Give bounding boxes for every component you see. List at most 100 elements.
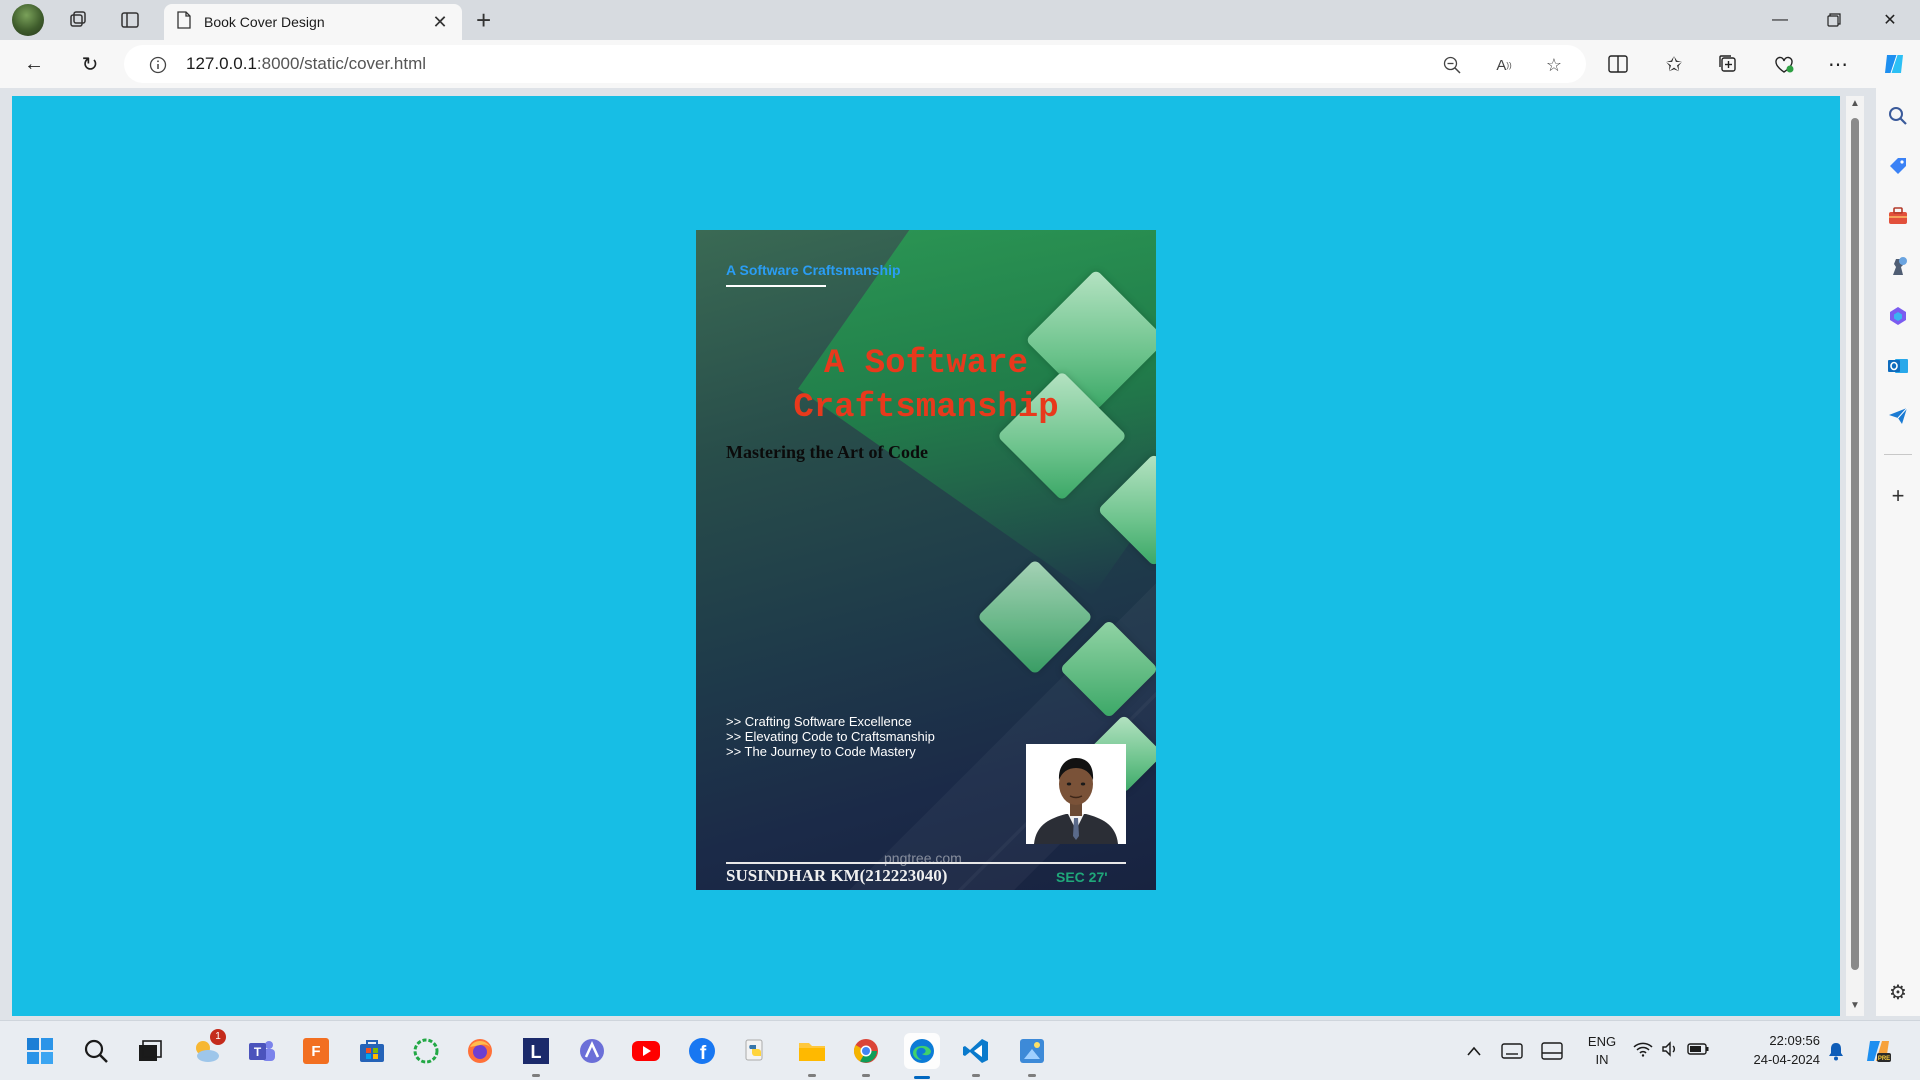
chevron-up-icon[interactable] [1458, 1035, 1490, 1067]
clock-time: 22:09:56 [1769, 1033, 1820, 1048]
cover-taglines: >> Crafting Software Excellence >> Eleva… [726, 714, 935, 759]
running-indicator [532, 1074, 540, 1077]
tab-book-cover[interactable]: Book Cover Design ✕ [164, 4, 462, 40]
new-tab-icon[interactable]: + [476, 6, 491, 34]
svg-text:PRE: PRE [1878, 1056, 1890, 1062]
url-host: 127.0.0.1 [186, 54, 257, 73]
minimize-icon[interactable]: — [1752, 0, 1808, 40]
search-icon[interactable] [80, 1035, 112, 1067]
favorites-icon[interactable]: ✩ [1660, 50, 1688, 78]
quick-settings[interactable] [1632, 1035, 1710, 1067]
back-icon[interactable]: ← [20, 50, 48, 78]
cover-title: A Software Craftsmanship [726, 342, 1126, 430]
favorite-star-icon[interactable]: ☆ [1542, 53, 1566, 77]
svg-text:f: f [700, 1043, 707, 1064]
address-bar[interactable]: 127.0.0.1:8000/static/cover.html A)) ☆ [124, 45, 1586, 83]
page-icon [176, 10, 192, 34]
clock-date: 24-04-2024 [1753, 1052, 1821, 1067]
info-icon[interactable] [146, 53, 170, 77]
facebook-icon[interactable]: f [686, 1035, 718, 1067]
vscode-icon[interactable] [960, 1035, 992, 1077]
youtube-icon[interactable] [630, 1035, 662, 1067]
settings-icon[interactable]: ⚙ [1886, 980, 1910, 1004]
scrollbar-thumb[interactable] [1851, 118, 1859, 970]
clock[interactable]: 22:09:56 24-04-2024 [1730, 1031, 1821, 1069]
vertical-scrollbar[interactable]: ▲ ▼ [1846, 96, 1864, 1016]
close-icon[interactable]: ✕ [430, 12, 450, 33]
cover-tagline: >> The Journey to Code Mastery [726, 744, 916, 759]
refresh-icon[interactable]: ↻ [76, 50, 104, 78]
add-icon[interactable]: + [1886, 483, 1910, 508]
send-icon[interactable] [1886, 404, 1910, 428]
taskbar: 1 T F L f ENG IN 22:09:56 24-04-2024 PRE [0, 1020, 1920, 1080]
outlook-icon[interactable] [1886, 354, 1910, 378]
read-aloud-icon[interactable]: A)) [1492, 53, 1516, 77]
arc-icon[interactable] [576, 1035, 608, 1067]
url-text[interactable]: 127.0.0.1:8000/static/cover.html [186, 54, 426, 74]
start-icon[interactable] [24, 1035, 56, 1067]
browser-toolbar: ← ↻ 127.0.0.1:8000/static/cover.html A))… [0, 40, 1920, 88]
search-icon[interactable] [1886, 104, 1910, 128]
cover-subtitle: Mastering the Art of Code [726, 442, 928, 462]
svg-text:L: L [531, 1042, 542, 1062]
section-label: SEC 27' [1056, 869, 1108, 885]
sidebar-divider [1884, 454, 1912, 455]
keyboard-icon[interactable] [1496, 1035, 1528, 1067]
more-icon[interactable]: ⋯ [1824, 50, 1852, 78]
chrome-icon[interactable] [850, 1035, 882, 1077]
cover-tagline: >> Elevating Code to Craftsmanship [726, 729, 935, 744]
l-app-icon[interactable]: L [520, 1035, 552, 1077]
copilot-icon[interactable] [1880, 50, 1908, 78]
volume-icon [1661, 1040, 1679, 1062]
scroll-down-icon[interactable]: ▼ [1850, 1000, 1860, 1011]
scroll-up-icon[interactable]: ▲ [1850, 98, 1860, 109]
cover-title-line2: Craftsmanship [793, 389, 1059, 427]
book-cover: A Software Craftsmanship A Software Craf… [696, 230, 1156, 890]
games-icon[interactable] [1886, 254, 1910, 278]
battery-icon [1687, 1042, 1709, 1060]
running-indicator [862, 1074, 870, 1077]
notification-bell-icon[interactable] [1820, 1035, 1852, 1067]
edge-icon[interactable] [904, 1033, 940, 1079]
tab-actions-icon[interactable] [116, 6, 144, 34]
tools-icon[interactable] [1886, 204, 1910, 228]
office-icon[interactable] [1886, 304, 1910, 328]
collections-icon[interactable] [1714, 50, 1742, 78]
cover-top-text: A Software Craftsmanship [726, 262, 901, 278]
cover-title-line1: A Software [823, 345, 1029, 383]
paint-icon[interactable] [1016, 1035, 1048, 1077]
copilot-taskbar-icon[interactable]: PRE [1862, 1035, 1894, 1067]
circle-app-icon[interactable] [410, 1035, 442, 1067]
title-bar: Book Cover Design ✕ + — ✕ [0, 0, 1920, 40]
task-view-icon[interactable] [134, 1035, 166, 1067]
store-icon[interactable] [356, 1035, 388, 1067]
profile-avatar[interactable] [12, 4, 44, 36]
window-close-icon[interactable]: ✕ [1862, 0, 1918, 40]
cover-bottom-line [726, 862, 1126, 864]
weather-badge: 1 [210, 1029, 226, 1045]
weather-icon[interactable]: 1 [190, 1029, 226, 1067]
url-path: :8000/static/cover.html [256, 54, 427, 73]
fusion360-icon[interactable]: F [300, 1035, 332, 1067]
file-explorer-icon[interactable] [796, 1035, 828, 1077]
workspaces-icon[interactable] [64, 6, 92, 34]
page-viewport: A Software Craftsmanship A Software Craf… [12, 96, 1840, 1016]
language-line1: ENG [1587, 1034, 1617, 1049]
shopping-tag-icon[interactable] [1886, 154, 1910, 178]
svg-text:T: T [254, 1045, 262, 1059]
browser-essentials-icon[interactable] [1770, 50, 1798, 78]
teams-icon[interactable]: T [246, 1035, 278, 1067]
wifi-icon [1633, 1041, 1653, 1062]
running-indicator [972, 1074, 980, 1077]
running-indicator [1028, 1074, 1036, 1077]
restore-icon[interactable] [1806, 0, 1862, 40]
cover-tagline: >> Crafting Software Excellence [726, 714, 912, 729]
python-icon[interactable] [740, 1035, 772, 1067]
language-line2: IN [1595, 1052, 1609, 1067]
split-screen-icon[interactable] [1604, 50, 1632, 78]
touchpad-icon[interactable] [1536, 1035, 1568, 1067]
zoom-out-icon[interactable] [1440, 53, 1464, 77]
language-indicator[interactable]: ENG IN [1582, 1033, 1622, 1069]
author-photo [1026, 744, 1126, 844]
firefox-icon[interactable] [464, 1035, 496, 1067]
